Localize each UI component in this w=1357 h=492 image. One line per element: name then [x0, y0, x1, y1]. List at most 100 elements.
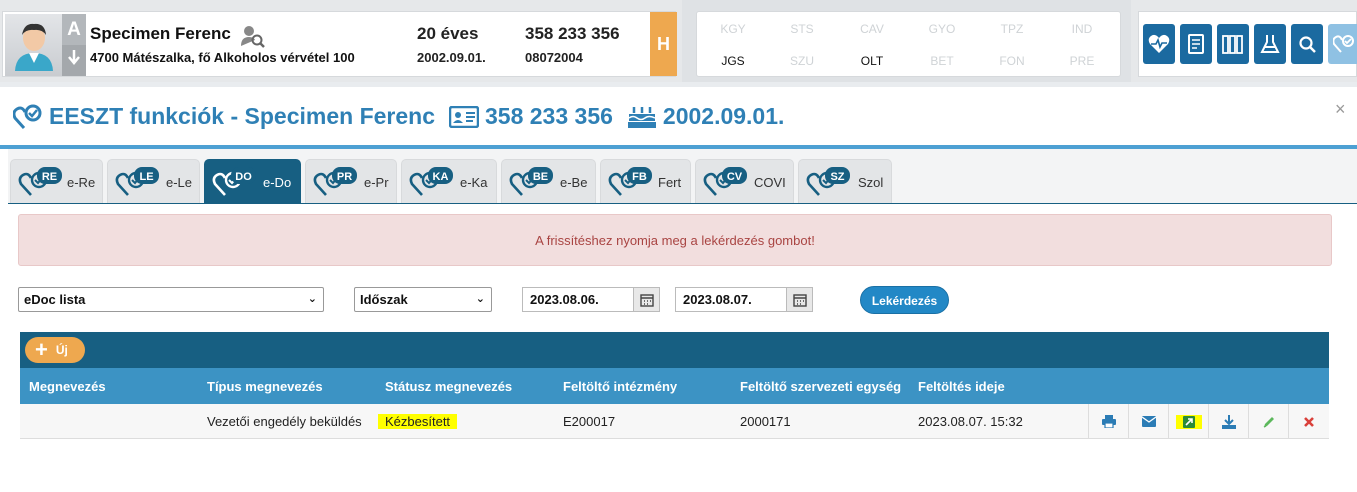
download-icon[interactable] — [1208, 404, 1248, 439]
flag: FON — [999, 54, 1025, 68]
patient-address: 4700 Mátészalka, fő Alkoholos vérvétel 1… — [90, 50, 355, 65]
plus-icon: + — [35, 337, 48, 362]
tab-code-icon: KA — [408, 167, 454, 202]
dialog-title: EESZT funkciók - Specimen Ferenc 358 233… — [13, 103, 798, 130]
document-icon[interactable] — [1180, 24, 1212, 64]
flag: KGY — [720, 22, 746, 36]
column-header[interactable]: Státusz megnevezés — [385, 379, 555, 394]
column-header[interactable]: Feltöltő intézmény — [563, 379, 733, 394]
flag: JGS — [721, 54, 745, 68]
tab-code: BE — [533, 171, 548, 183]
query-button[interactable]: Lekérdezés — [860, 286, 949, 314]
table-toolbar: + Új — [20, 332, 1329, 368]
eeszt-icon[interactable] — [1328, 24, 1357, 64]
tab-label: e-Le — [166, 175, 193, 190]
search-icon[interactable] — [1291, 24, 1323, 64]
column-header[interactable]: Megnevezés — [29, 379, 199, 394]
column-header[interactable]: Feltöltés ideje — [918, 379, 1088, 394]
tab-code: RE — [42, 171, 57, 183]
tab-panel-e-do: A frissítéshez nyomja meg a lekérdezés g… — [8, 203, 1357, 492]
flag: TPZ — [1000, 22, 1024, 36]
alphabet-nav[interactable]: A — [62, 14, 86, 76]
status-badge: Kézbesített — [378, 414, 458, 429]
envelope-icon[interactable] — [1128, 404, 1168, 439]
tab-e-be[interactable]: BE e-Be — [501, 159, 596, 203]
flag: BET — [930, 54, 954, 68]
delete-icon[interactable] — [1288, 404, 1328, 439]
new-button-label: Új — [55, 343, 68, 357]
dialog-title-text: EESZT funkciók - Specimen Ferenc — [49, 103, 435, 129]
tab-e-le[interactable]: LE e-Le — [107, 159, 200, 203]
date-to-input[interactable]: 2023.08.07. — [675, 287, 787, 312]
tab-code-icon: PR — [312, 167, 358, 202]
tab-e-re[interactable]: RE e-Re — [10, 159, 103, 203]
tab-label: COVI — [754, 175, 786, 190]
tab-code-icon: CV — [702, 167, 748, 202]
birthday-cake-icon — [627, 106, 656, 128]
tab-e-ka[interactable]: KA e-Ka — [401, 159, 497, 203]
table-row[interactable]: Vezetői engedély beküldés Kézbesített E2… — [20, 404, 1329, 439]
refresh-alert: A frissítéshez nyomja meg a lekérdezés g… — [18, 214, 1332, 266]
flag: IND — [1071, 22, 1093, 36]
period-select-value: Időszak — [360, 292, 408, 307]
tab-code: CV — [727, 171, 743, 183]
tab-szol[interactable]: SZ Szol — [798, 159, 892, 203]
close-icon[interactable]: × — [1335, 99, 1346, 120]
tab-code: LE — [139, 171, 153, 183]
eeszt-dialog: EESZT funkciók - Specimen Ferenc 358 233… — [0, 87, 1357, 492]
tab-label: e-Do — [263, 175, 292, 190]
open-external-icon[interactable] — [1168, 404, 1208, 439]
tab-label: Szol — [858, 175, 884, 190]
tab-code-icon: DO — [211, 167, 257, 202]
print-icon[interactable] — [1088, 404, 1128, 439]
column-header[interactable]: Feltöltő szervezeti egység — [740, 379, 910, 394]
search-person-icon[interactable] — [240, 24, 266, 53]
avatar-icon — [14, 23, 53, 71]
column-header[interactable]: Típus megnevezés — [207, 379, 377, 394]
edit-icon[interactable] — [1248, 404, 1288, 439]
cell-status: Kézbesített — [378, 414, 458, 429]
avatar — [5, 14, 62, 76]
books-icon[interactable] — [1217, 24, 1249, 64]
dialog-dob: 2002.09.01. — [662, 103, 785, 129]
tab-code: SZ — [830, 171, 844, 183]
tab-code: FB — [632, 171, 647, 183]
patient-dob: 2002.09.01. — [417, 50, 486, 65]
calendar-icon[interactable] — [633, 287, 660, 312]
flag: CAV — [860, 22, 884, 36]
flag: SZU — [790, 54, 814, 68]
patient-taj: 358 233 356 — [525, 24, 620, 43]
tab-code-icon: SZ — [805, 167, 851, 202]
tab-label: e-Ka — [460, 175, 488, 190]
tab-fert[interactable]: FB Fert — [600, 159, 691, 203]
eeszt-logo-icon — [13, 104, 42, 129]
tab-code: KA — [433, 171, 449, 183]
table-header: Megnevezés Típus megnevezés Státusz megn… — [20, 368, 1329, 404]
tab-e-do[interactable]: DO e-Do — [204, 159, 301, 203]
new-button[interactable]: + Új — [25, 337, 85, 363]
tab-e-pr[interactable]: PR e-Pr — [305, 159, 397, 203]
flag: OLT — [860, 54, 884, 68]
period-select[interactable]: Időszak ⌄ — [354, 287, 492, 312]
arrow-down-icon[interactable] — [62, 45, 86, 76]
flag: GYO — [928, 22, 956, 36]
tab-code-icon: LE — [114, 167, 160, 202]
cell-unit: 2000171 — [740, 414, 791, 429]
list-select[interactable]: eDoc lista ⌄ — [18, 287, 324, 312]
flask-icon[interactable] — [1254, 24, 1286, 64]
tab-label: e-Be — [560, 175, 588, 190]
date-from-input[interactable]: 2023.08.06. — [522, 287, 634, 312]
calendar-icon[interactable] — [786, 287, 813, 312]
patient-card: A Specimen Ferenc 4700 Mátészalka, fő Al… — [2, 11, 677, 77]
cell-institution: E200017 — [563, 414, 616, 429]
flag: STS — [790, 22, 814, 36]
chevron-down-icon: ⌄ — [307, 293, 317, 305]
heart-pulse-icon[interactable] — [1143, 24, 1175, 64]
patient-flags: KGY STS CAV GYO TPZ IND JGS SZU OLT BET … — [696, 11, 1121, 77]
tab-label: Fert — [658, 175, 682, 190]
h-button[interactable]: H — [650, 12, 677, 76]
cell-type: Vezetői engedély beküldés — [207, 414, 362, 429]
avatar-letter: A — [67, 19, 81, 40]
tab-covi[interactable]: CV COVI — [695, 159, 794, 203]
flag: PRE — [1069, 54, 1095, 68]
